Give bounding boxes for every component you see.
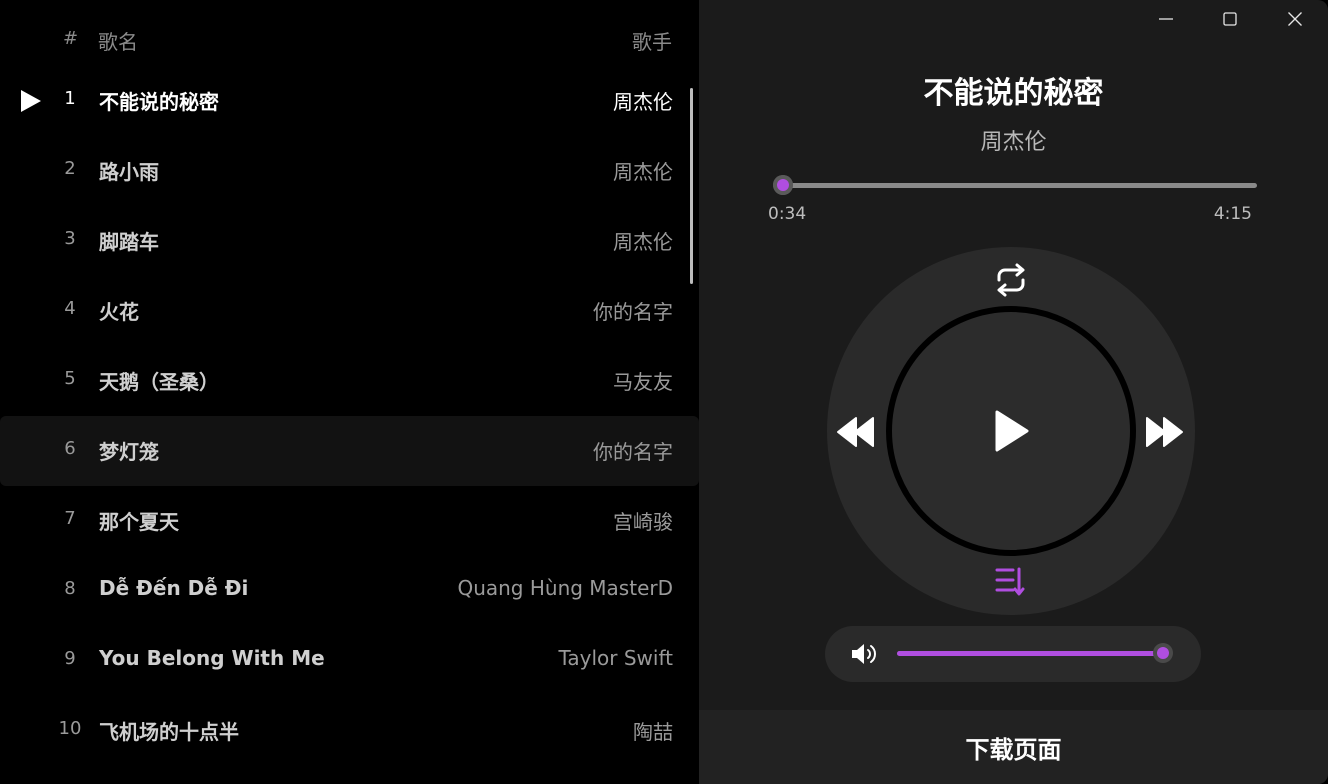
- progress-slider[interactable]: [773, 175, 1257, 195]
- queue-button[interactable]: [987, 560, 1035, 602]
- now-playing-indicator-icon: [21, 90, 41, 112]
- fast-forward-icon: [1146, 417, 1183, 447]
- rewind-button[interactable]: [833, 410, 879, 454]
- track-row[interactable]: 2 路小雨 周杰伦: [0, 136, 699, 206]
- now-playing-title: 不能说的秘密: [923, 76, 1104, 111]
- playlist-scrollbar[interactable]: [690, 88, 693, 284]
- volume-fill: [897, 651, 1163, 656]
- download-page-button[interactable]: 下载页面: [699, 710, 1328, 784]
- fast-forward-button[interactable]: [1141, 410, 1187, 454]
- track-row[interactable]: 7 那个夏天 宫崎骏: [0, 486, 699, 556]
- track-title: 那个夏天: [99, 510, 179, 534]
- track-artist: Taylor Swift: [558, 646, 673, 670]
- track-artist: 陶喆: [633, 720, 673, 744]
- volume-control: [825, 626, 1201, 682]
- close-button[interactable]: [1263, 0, 1327, 38]
- mute-button[interactable]: [847, 640, 881, 668]
- rewind-icon: [837, 417, 874, 447]
- volume-icon: [852, 644, 876, 664]
- track-artist: Quang Hùng MasterD: [457, 576, 673, 600]
- track-artist: 周杰伦: [613, 230, 673, 254]
- track-number: 4: [64, 298, 76, 319]
- track-title: 不能说的秘密: [99, 90, 219, 114]
- track-number: 10: [58, 718, 82, 739]
- maximize-icon: [1223, 12, 1237, 26]
- track-title: 飞机场的十点半: [99, 720, 239, 744]
- minimize-button[interactable]: [1134, 0, 1198, 38]
- track-number-header: #: [63, 28, 79, 49]
- track-row[interactable]: 5 天鹅（圣桑） 马友友: [0, 346, 699, 416]
- track-row[interactable]: 9 You Belong With Me Taylor Swift: [0, 626, 699, 696]
- volume-handle[interactable]: [1153, 643, 1173, 663]
- maximize-button[interactable]: [1198, 0, 1262, 38]
- minimize-icon: [1159, 18, 1173, 20]
- track-title: 火花: [99, 300, 139, 324]
- app-window: # 歌名 歌手 1 不能说的秘密 周杰伦 2 路小雨 周杰伦 3 脚踏车 周杰伦 4 火花 你的名字 5…: [0, 0, 1328, 784]
- track-row[interactable]: 8 Dễ Đến Dễ Đi Quang Hùng MasterD: [0, 556, 699, 626]
- track-artist: 你的名字: [593, 440, 673, 464]
- total-time: 4:15: [1213, 204, 1252, 224]
- track-row[interactable]: 3 脚踏车 周杰伦: [0, 206, 699, 276]
- track-number: 8: [64, 578, 76, 599]
- repeat-button[interactable]: [987, 260, 1035, 300]
- track-number: 3: [64, 228, 76, 249]
- track-artist: 宫崎骏: [613, 510, 673, 534]
- track-title: 梦灯笼: [99, 440, 159, 464]
- play-button[interactable]: [886, 306, 1136, 556]
- player-panel: 不能说的秘密 周杰伦 0:34 4:15 下载页面: [699, 0, 1328, 784]
- track-number: 7: [64, 508, 76, 529]
- track-title: 脚踏车: [99, 230, 159, 254]
- playlist-header: # 歌名 歌手: [0, 18, 699, 62]
- track-row[interactable]: 1 不能说的秘密 周杰伦: [0, 66, 699, 136]
- track-title: You Belong With Me: [99, 646, 325, 670]
- track-artist: 周杰伦: [613, 90, 673, 114]
- track-row[interactable]: 4 火花 你的名字: [0, 276, 699, 346]
- progress-handle[interactable]: [773, 175, 794, 195]
- track-number: 2: [64, 158, 76, 179]
- track-title: Dễ Đến Dễ Đi: [99, 576, 249, 600]
- track-row[interactable]: 6 梦灯笼 你的名字: [0, 416, 699, 486]
- track-artist: 周杰伦: [613, 160, 673, 184]
- track-number: 1: [64, 88, 76, 109]
- track-number: 5: [64, 368, 76, 389]
- artist-column-header[interactable]: 歌手: [632, 26, 672, 55]
- track-title: 路小雨: [99, 160, 159, 184]
- queue-list-icon: [995, 567, 1025, 596]
- title-column-header[interactable]: 歌名: [98, 26, 138, 55]
- track-title: 天鹅（圣桑）: [99, 370, 219, 394]
- close-icon: [1288, 12, 1302, 26]
- track-number: 6: [64, 438, 76, 459]
- volume-slider[interactable]: [897, 643, 1173, 663]
- current-time: 0:34: [768, 204, 807, 224]
- play-icon: [995, 410, 1029, 452]
- track-row[interactable]: 10 飞机场的十点半 陶喆: [0, 696, 699, 766]
- repeat-icon: [997, 263, 1025, 297]
- track-number: 9: [64, 648, 76, 669]
- playlist-panel: # 歌名 歌手 1 不能说的秘密 周杰伦 2 路小雨 周杰伦 3 脚踏车 周杰伦 4 火花 你的名字 5…: [0, 0, 699, 784]
- now-playing-artist: 周杰伦: [980, 130, 1047, 155]
- track-artist: 马友友: [613, 370, 673, 394]
- track-artist: 你的名字: [593, 300, 673, 324]
